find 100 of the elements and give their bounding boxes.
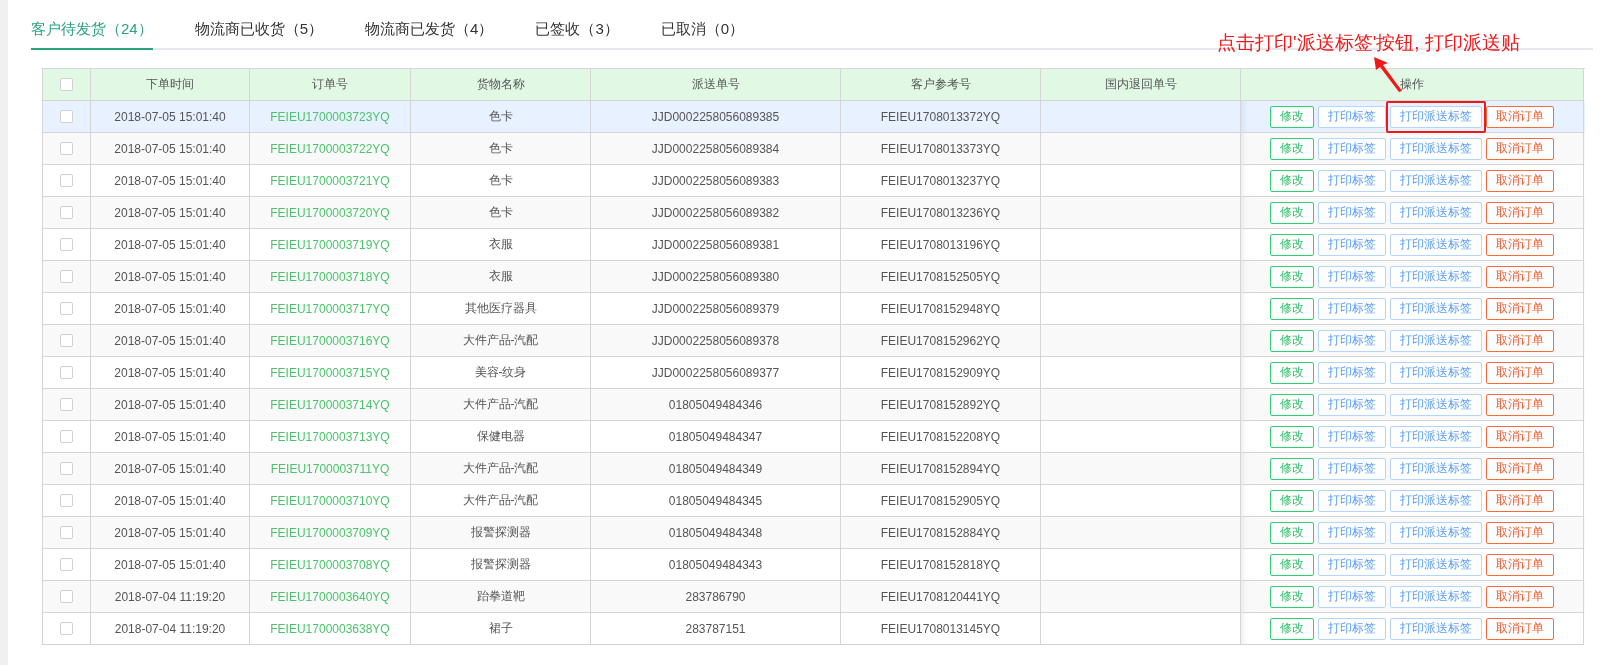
cancel-button[interactable]: 取消订单	[1486, 329, 1554, 352]
delivery-button[interactable]: 打印派送标签	[1390, 457, 1482, 480]
delivery-button[interactable]: 打印派送标签	[1390, 137, 1482, 160]
print-button[interactable]: 打印标签	[1318, 297, 1386, 320]
delivery-button[interactable]: 打印派送标签	[1390, 617, 1482, 640]
delivery-button[interactable]: 打印派送标签	[1390, 489, 1482, 512]
print-button[interactable]: 打印标签	[1318, 137, 1386, 160]
edit-button[interactable]: 修改	[1270, 265, 1314, 288]
delivery-button[interactable]: 打印派送标签	[1390, 393, 1482, 416]
edit-button[interactable]: 修改	[1270, 553, 1314, 576]
edit-button[interactable]: 修改	[1270, 329, 1314, 352]
table-row[interactable]: 2018-07-05 15:01:40 FEIEU1700003723YQ 色卡 JJD0002258056089385 FEIEU1708013372YQ 修改 打印标签 打印派送标签 取消订单	[43, 101, 1585, 133]
row-checkbox[interactable]	[60, 270, 73, 283]
print-button[interactable]: 打印标签	[1318, 585, 1386, 608]
select-all-checkbox[interactable]	[60, 78, 73, 91]
print-button[interactable]: 打印标签	[1318, 393, 1386, 416]
cancel-button[interactable]: 取消订单	[1486, 233, 1554, 256]
edit-button[interactable]: 修改	[1270, 521, 1314, 544]
print-button[interactable]: 打印标签	[1318, 521, 1386, 544]
row-checkbox[interactable]	[60, 526, 73, 539]
cancel-button[interactable]: 取消订单	[1486, 265, 1554, 288]
edit-button[interactable]: 修改	[1270, 169, 1314, 192]
tab[interactable]: 已签收（3）	[535, 20, 619, 50]
print-button[interactable]: 打印标签	[1318, 361, 1386, 384]
edit-button[interactable]: 修改	[1270, 201, 1314, 224]
table-row[interactable]: 2018-07-05 15:01:40 FEIEU1700003713YQ 保健电器 01805049484347 FEIEU1708152208YQ 修改 打印标签 打印派送标签 取消订单	[43, 421, 1585, 453]
delivery-button[interactable]: 打印派送标签	[1390, 105, 1482, 128]
edit-button[interactable]: 修改	[1270, 585, 1314, 608]
row-checkbox[interactable]	[60, 590, 73, 603]
cancel-button[interactable]: 取消订单	[1486, 361, 1554, 384]
delivery-button[interactable]: 打印派送标签	[1390, 297, 1482, 320]
table-row[interactable]: 2018-07-05 15:01:40 FEIEU1700003708YQ 报警探测器 01805049484343 FEIEU1708152818YQ 修改 打印标签 打印派送标签 取消订单	[43, 549, 1585, 581]
tab[interactable]: 已取消（0）	[660, 20, 745, 50]
row-checkbox[interactable]	[60, 302, 73, 315]
delivery-button[interactable]: 打印派送标签	[1390, 553, 1482, 576]
edit-button[interactable]: 修改	[1270, 617, 1314, 640]
row-checkbox[interactable]	[60, 494, 73, 507]
edit-button[interactable]: 修改	[1270, 393, 1314, 416]
row-checkbox[interactable]	[60, 206, 73, 219]
row-checkbox[interactable]	[60, 142, 73, 155]
row-checkbox[interactable]	[60, 238, 73, 251]
delivery-button[interactable]: 打印派送标签	[1390, 521, 1482, 544]
table-row[interactable]: 2018-07-04 11:19:20 FEIEU1700003640YQ 跆拳道靶 283786790 FEIEU1708120441YQ 修改 打印标签 打印派送标签 取消订单	[43, 581, 1585, 613]
print-button[interactable]: 打印标签	[1318, 425, 1386, 448]
print-button[interactable]: 打印标签	[1318, 457, 1386, 480]
table-row[interactable]: 2018-07-05 15:01:40 FEIEU1700003711YQ 大件产品-汽配 01805049484349 FEIEU1708152894YQ 修改 打印标签 打印派送标签 取消订单	[43, 453, 1585, 485]
delivery-button[interactable]: 打印派送标签	[1390, 169, 1482, 192]
edit-button[interactable]: 修改	[1270, 105, 1314, 128]
tab[interactable]: 物流商已收货（5）	[194, 20, 324, 50]
print-button[interactable]: 打印标签	[1318, 201, 1386, 224]
table-row[interactable]: 2018-07-05 15:01:40 FEIEU1700003714YQ 大件产品-汽配 01805049484346 FEIEU1708152892YQ 修改 打印标签 打印派送标签 取消订单	[43, 389, 1585, 421]
cancel-button[interactable]: 取消订单	[1486, 297, 1554, 320]
print-button[interactable]: 打印标签	[1318, 233, 1386, 256]
delivery-button[interactable]: 打印派送标签	[1390, 233, 1482, 256]
edit-button[interactable]: 修改	[1270, 137, 1314, 160]
print-button[interactable]: 打印标签	[1318, 169, 1386, 192]
cancel-button[interactable]: 取消订单	[1486, 105, 1554, 128]
table-row[interactable]: 2018-07-05 15:01:40 FEIEU1700003717YQ 其他医疗器具 JJD0002258056089379 FEIEU1708152948YQ 修改 打印标签 打印派送标签 取消订单	[43, 293, 1585, 325]
row-checkbox[interactable]	[60, 110, 73, 123]
edit-button[interactable]: 修改	[1270, 361, 1314, 384]
edit-button[interactable]: 修改	[1270, 233, 1314, 256]
print-button[interactable]: 打印标签	[1318, 617, 1386, 640]
delivery-button[interactable]: 打印派送标签	[1390, 329, 1482, 352]
cancel-button[interactable]: 取消订单	[1486, 489, 1554, 512]
table-row[interactable]: 2018-07-05 15:01:40 FEIEU1700003719YQ 衣服 JJD0002258056089381 FEIEU1708013196YQ 修改 打印标签 打印派送标签 取消订单	[43, 229, 1585, 261]
print-button[interactable]: 打印标签	[1318, 489, 1386, 512]
cancel-button[interactable]: 取消订单	[1486, 457, 1554, 480]
row-checkbox[interactable]	[60, 366, 73, 379]
tab[interactable]: 客户待发货（24）	[31, 20, 153, 50]
delivery-button[interactable]: 打印派送标签	[1390, 425, 1482, 448]
row-checkbox[interactable]	[60, 398, 73, 411]
row-checkbox[interactable]	[60, 430, 73, 443]
cancel-button[interactable]: 取消订单	[1486, 393, 1554, 416]
cancel-button[interactable]: 取消订单	[1486, 201, 1554, 224]
table-row[interactable]: 2018-07-05 15:01:40 FEIEU1700003718YQ 衣服 JJD0002258056089380 FEIEU1708152505YQ 修改 打印标签 打印派送标签 取消订单	[43, 261, 1585, 293]
print-button[interactable]: 打印标签	[1318, 553, 1386, 576]
row-checkbox[interactable]	[60, 334, 73, 347]
cancel-button[interactable]: 取消订单	[1486, 521, 1554, 544]
cancel-button[interactable]: 取消订单	[1486, 553, 1554, 576]
edit-button[interactable]: 修改	[1270, 489, 1314, 512]
cancel-button[interactable]: 取消订单	[1486, 585, 1554, 608]
table-row[interactable]: 2018-07-05 15:01:40 FEIEU1700003716YQ 大件产品-汽配 JJD0002258056089378 FEIEU1708152962YQ 修改 打印标签 打印派送标签 取消订单	[43, 325, 1585, 357]
tab[interactable]: 物流商已发货（4）	[365, 20, 494, 50]
table-row[interactable]: 2018-07-05 15:01:40 FEIEU1700003722YQ 色卡 JJD0002258056089384 FEIEU1708013373YQ 修改 打印标签 打印派送标签 取消订单	[43, 133, 1585, 165]
table-row[interactable]: 2018-07-05 15:01:40 FEIEU1700003721YQ 色卡 JJD0002258056089383 FEIEU1708013237YQ 修改 打印标签 打印派送标签 取消订单	[43, 165, 1585, 197]
cancel-button[interactable]: 取消订单	[1486, 617, 1554, 640]
table-row[interactable]: 2018-07-05 15:01:40 FEIEU1700003710YQ 大件产品-汽配 01805049484345 FEIEU1708152905YQ 修改 打印标签 打印派送标签 取消订单	[43, 485, 1585, 517]
row-checkbox[interactable]	[60, 558, 73, 571]
delivery-button[interactable]: 打印派送标签	[1390, 201, 1482, 224]
print-button[interactable]: 打印标签	[1318, 105, 1386, 128]
delivery-button[interactable]: 打印派送标签	[1390, 265, 1482, 288]
cancel-button[interactable]: 取消订单	[1486, 169, 1554, 192]
print-button[interactable]: 打印标签	[1318, 329, 1386, 352]
print-button[interactable]: 打印标签	[1318, 265, 1386, 288]
row-checkbox[interactable]	[60, 462, 73, 475]
edit-button[interactable]: 修改	[1270, 297, 1314, 320]
table-row[interactable]: 2018-07-05 15:01:40 FEIEU1700003720YQ 色卡 JJD0002258056089382 FEIEU1708013236YQ 修改 打印标签 打印派送标签 取消订单	[43, 197, 1585, 229]
row-checkbox[interactable]	[60, 622, 73, 635]
table-row[interactable]: 2018-07-04 11:19:20 FEIEU1700003638YQ 裙子 283787151 FEIEU1708013145YQ 修改 打印标签 打印派送标签 取消订单	[43, 613, 1585, 645]
edit-button[interactable]: 修改	[1270, 457, 1314, 480]
